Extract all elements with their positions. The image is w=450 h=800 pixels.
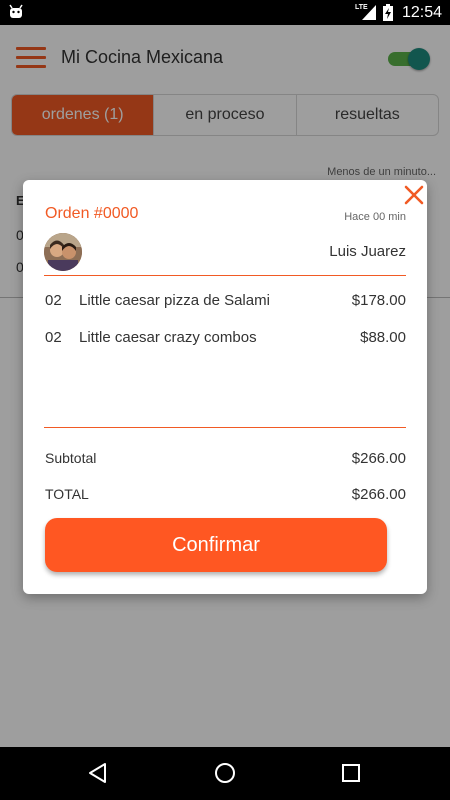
signal-icon <box>362 5 376 20</box>
subtotal-label: Subtotal <box>45 450 97 466</box>
android-icon <box>9 4 23 18</box>
order-item-row: 02 Little caesar pizza de Salami $178.00 <box>45 292 406 312</box>
header-divider <box>44 275 406 276</box>
system-nav-bar <box>0 747 450 800</box>
item-name: Little caesar crazy combos <box>79 329 257 346</box>
order-time: Hace 00 min <box>344 211 406 223</box>
home-icon[interactable] <box>213 761 237 785</box>
order-id: Orden #0000 <box>45 205 139 222</box>
total-value: $266.00 <box>351 486 406 503</box>
subtotal-row: Subtotal $266.00 <box>45 450 406 470</box>
confirm-button[interactable]: Confirmar <box>45 518 387 572</box>
order-item-row: 02 Little caesar crazy combos $88.00 <box>45 329 406 349</box>
total-label: TOTAL <box>45 486 89 502</box>
avatar-photo-icon <box>44 233 82 271</box>
items-divider <box>44 427 406 428</box>
recents-icon[interactable] <box>339 761 363 785</box>
order-dialog: Orden #0000 Hace 00 min Luis Juarez 02 L… <box>23 180 427 594</box>
item-qty: 02 <box>45 292 62 309</box>
status-bar: LTE 12:54 <box>0 0 450 25</box>
item-price: $178.00 <box>351 292 406 309</box>
clock: 12:54 <box>402 4 443 21</box>
item-price: $88.00 <box>360 329 406 346</box>
customer-avatar <box>44 233 82 271</box>
subtotal-value: $266.00 <box>351 450 406 467</box>
item-name: Little caesar pizza de Salami <box>79 292 270 309</box>
customer-name: Luis Juarez <box>329 243 406 260</box>
close-icon[interactable] <box>403 184 425 206</box>
total-row: TOTAL $266.00 <box>45 486 406 506</box>
battery-charging-icon <box>383 4 393 21</box>
back-icon[interactable] <box>86 761 110 785</box>
item-qty: 02 <box>45 329 62 346</box>
